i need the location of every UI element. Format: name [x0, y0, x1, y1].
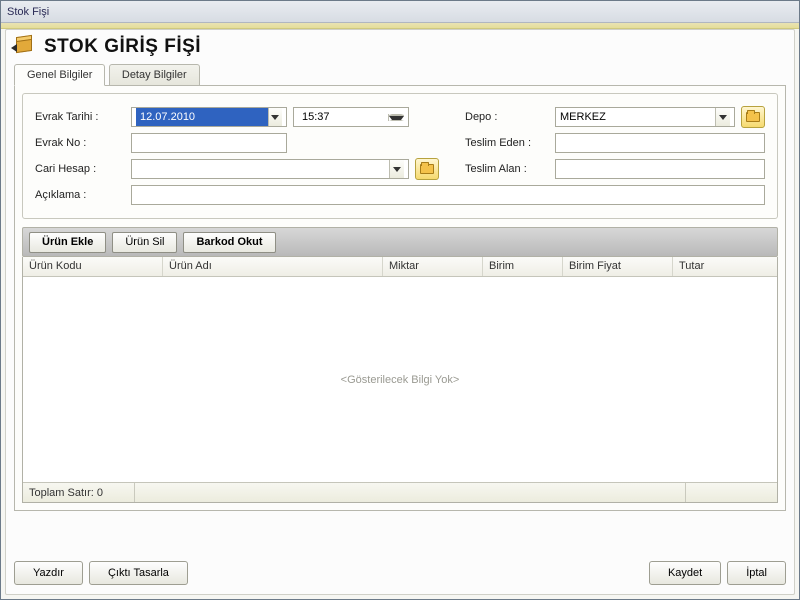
col-urun-adi[interactable]: Ürün Adı — [163, 257, 383, 276]
teslim-alan-input[interactable] — [555, 159, 765, 179]
depo-browse-button[interactable] — [741, 106, 765, 128]
content-panel: STOK GİRİŞ FİŞİ Genel Bilgiler Detay Bil… — [5, 29, 795, 595]
grid-footer-total-rows: Toplam Satır: 0 — [23, 483, 135, 502]
depo-dropdown-button[interactable] — [715, 108, 730, 126]
window-title: Stok Fişi — [1, 1, 799, 23]
chevron-down-icon — [271, 115, 279, 120]
barcode-read-button[interactable]: Barkod Okut — [183, 232, 275, 253]
depo-combo[interactable] — [555, 107, 735, 127]
grid-toolbar: Ürün Ekle Ürün Sil Barkod Okut — [22, 227, 778, 257]
chevron-down-icon — [719, 115, 727, 120]
tabpage-general: Evrak Tarihi : — [14, 86, 786, 511]
evrak-tarihi-text[interactable] — [136, 108, 268, 126]
delete-product-button[interactable]: Ürün Sil — [112, 232, 177, 253]
evrak-saat-input[interactable] — [293, 107, 409, 127]
stock-in-icon — [14, 36, 36, 58]
add-product-button[interactable]: Ürün Ekle — [29, 232, 106, 253]
save-button[interactable]: Kaydet — [649, 561, 721, 585]
cancel-button[interactable]: İptal — [727, 561, 786, 585]
evrak-tarihi-dropdown-button[interactable] — [268, 108, 282, 126]
cari-hesap-combo[interactable] — [131, 159, 409, 179]
tab-general[interactable]: Genel Bilgiler — [14, 64, 105, 86]
page-header: STOK GİRİŞ FİŞİ — [14, 36, 786, 58]
label-teslim-eden: Teslim Eden : — [461, 137, 549, 149]
col-urun-kodu[interactable]: Ürün Kodu — [23, 257, 163, 276]
tab-detail[interactable]: Detay Bilgiler — [109, 64, 200, 86]
col-birim[interactable]: Birim — [483, 257, 563, 276]
cari-hesap-browse-button[interactable] — [415, 158, 439, 180]
depo-text[interactable] — [560, 108, 715, 126]
col-miktar[interactable]: Miktar — [383, 257, 483, 276]
page-title: STOK GİRİŞ FİŞİ — [44, 36, 201, 58]
evrak-no-input[interactable] — [131, 133, 287, 153]
evrak-tarihi-input[interactable] — [131, 107, 287, 127]
print-button[interactable]: Yazdır — [14, 561, 83, 585]
time-spinner[interactable] — [388, 114, 404, 121]
aciklama-input[interactable] — [131, 185, 765, 205]
grid-footer: Toplam Satır: 0 — [23, 482, 777, 502]
chevron-down-icon — [393, 167, 401, 172]
label-depo: Depo : — [461, 111, 549, 123]
col-tutar[interactable]: Tutar — [673, 257, 777, 276]
chevron-down-icon — [389, 116, 404, 121]
cari-hesap-dropdown-button[interactable] — [389, 160, 404, 178]
col-birim-fiyat[interactable]: Birim Fiyat — [563, 257, 673, 276]
folder-icon — [746, 112, 760, 122]
evrak-saat-text[interactable] — [298, 108, 388, 126]
label-aciklama: Açıklama : — [35, 189, 125, 201]
cari-hesap-text[interactable] — [136, 160, 389, 178]
label-evrak-tarihi: Evrak Tarihi : — [35, 111, 125, 123]
grid-empty-message: <Gösterilecek Bilgi Yok> — [23, 277, 777, 482]
folder-icon — [420, 164, 434, 174]
grid-header-row: Ürün Kodu Ürün Adı Miktar Birim Birim Fi… — [23, 257, 777, 277]
bottom-button-bar: Yazdır Çıktı Tasarla Kaydet İptal — [14, 560, 786, 586]
window: Stok Fişi STOK GİRİŞ FİŞİ Genel Bilgiler… — [0, 0, 800, 600]
form-panel: Evrak Tarihi : — [22, 93, 778, 219]
product-grid: Ürün Kodu Ürün Adı Miktar Birim Birim Fi… — [22, 257, 778, 503]
label-evrak-no: Evrak No : — [35, 137, 125, 149]
label-teslim-alan: Teslim Alan : — [461, 163, 549, 175]
design-output-button[interactable]: Çıktı Tasarla — [89, 561, 188, 585]
teslim-eden-input[interactable] — [555, 133, 765, 153]
spinner-down[interactable] — [389, 116, 404, 121]
tabset: Genel Bilgiler Detay Bilgiler — [14, 64, 786, 86]
chevron-up-icon — [389, 114, 404, 115]
label-cari-hesap: Cari Hesap : — [35, 163, 125, 175]
